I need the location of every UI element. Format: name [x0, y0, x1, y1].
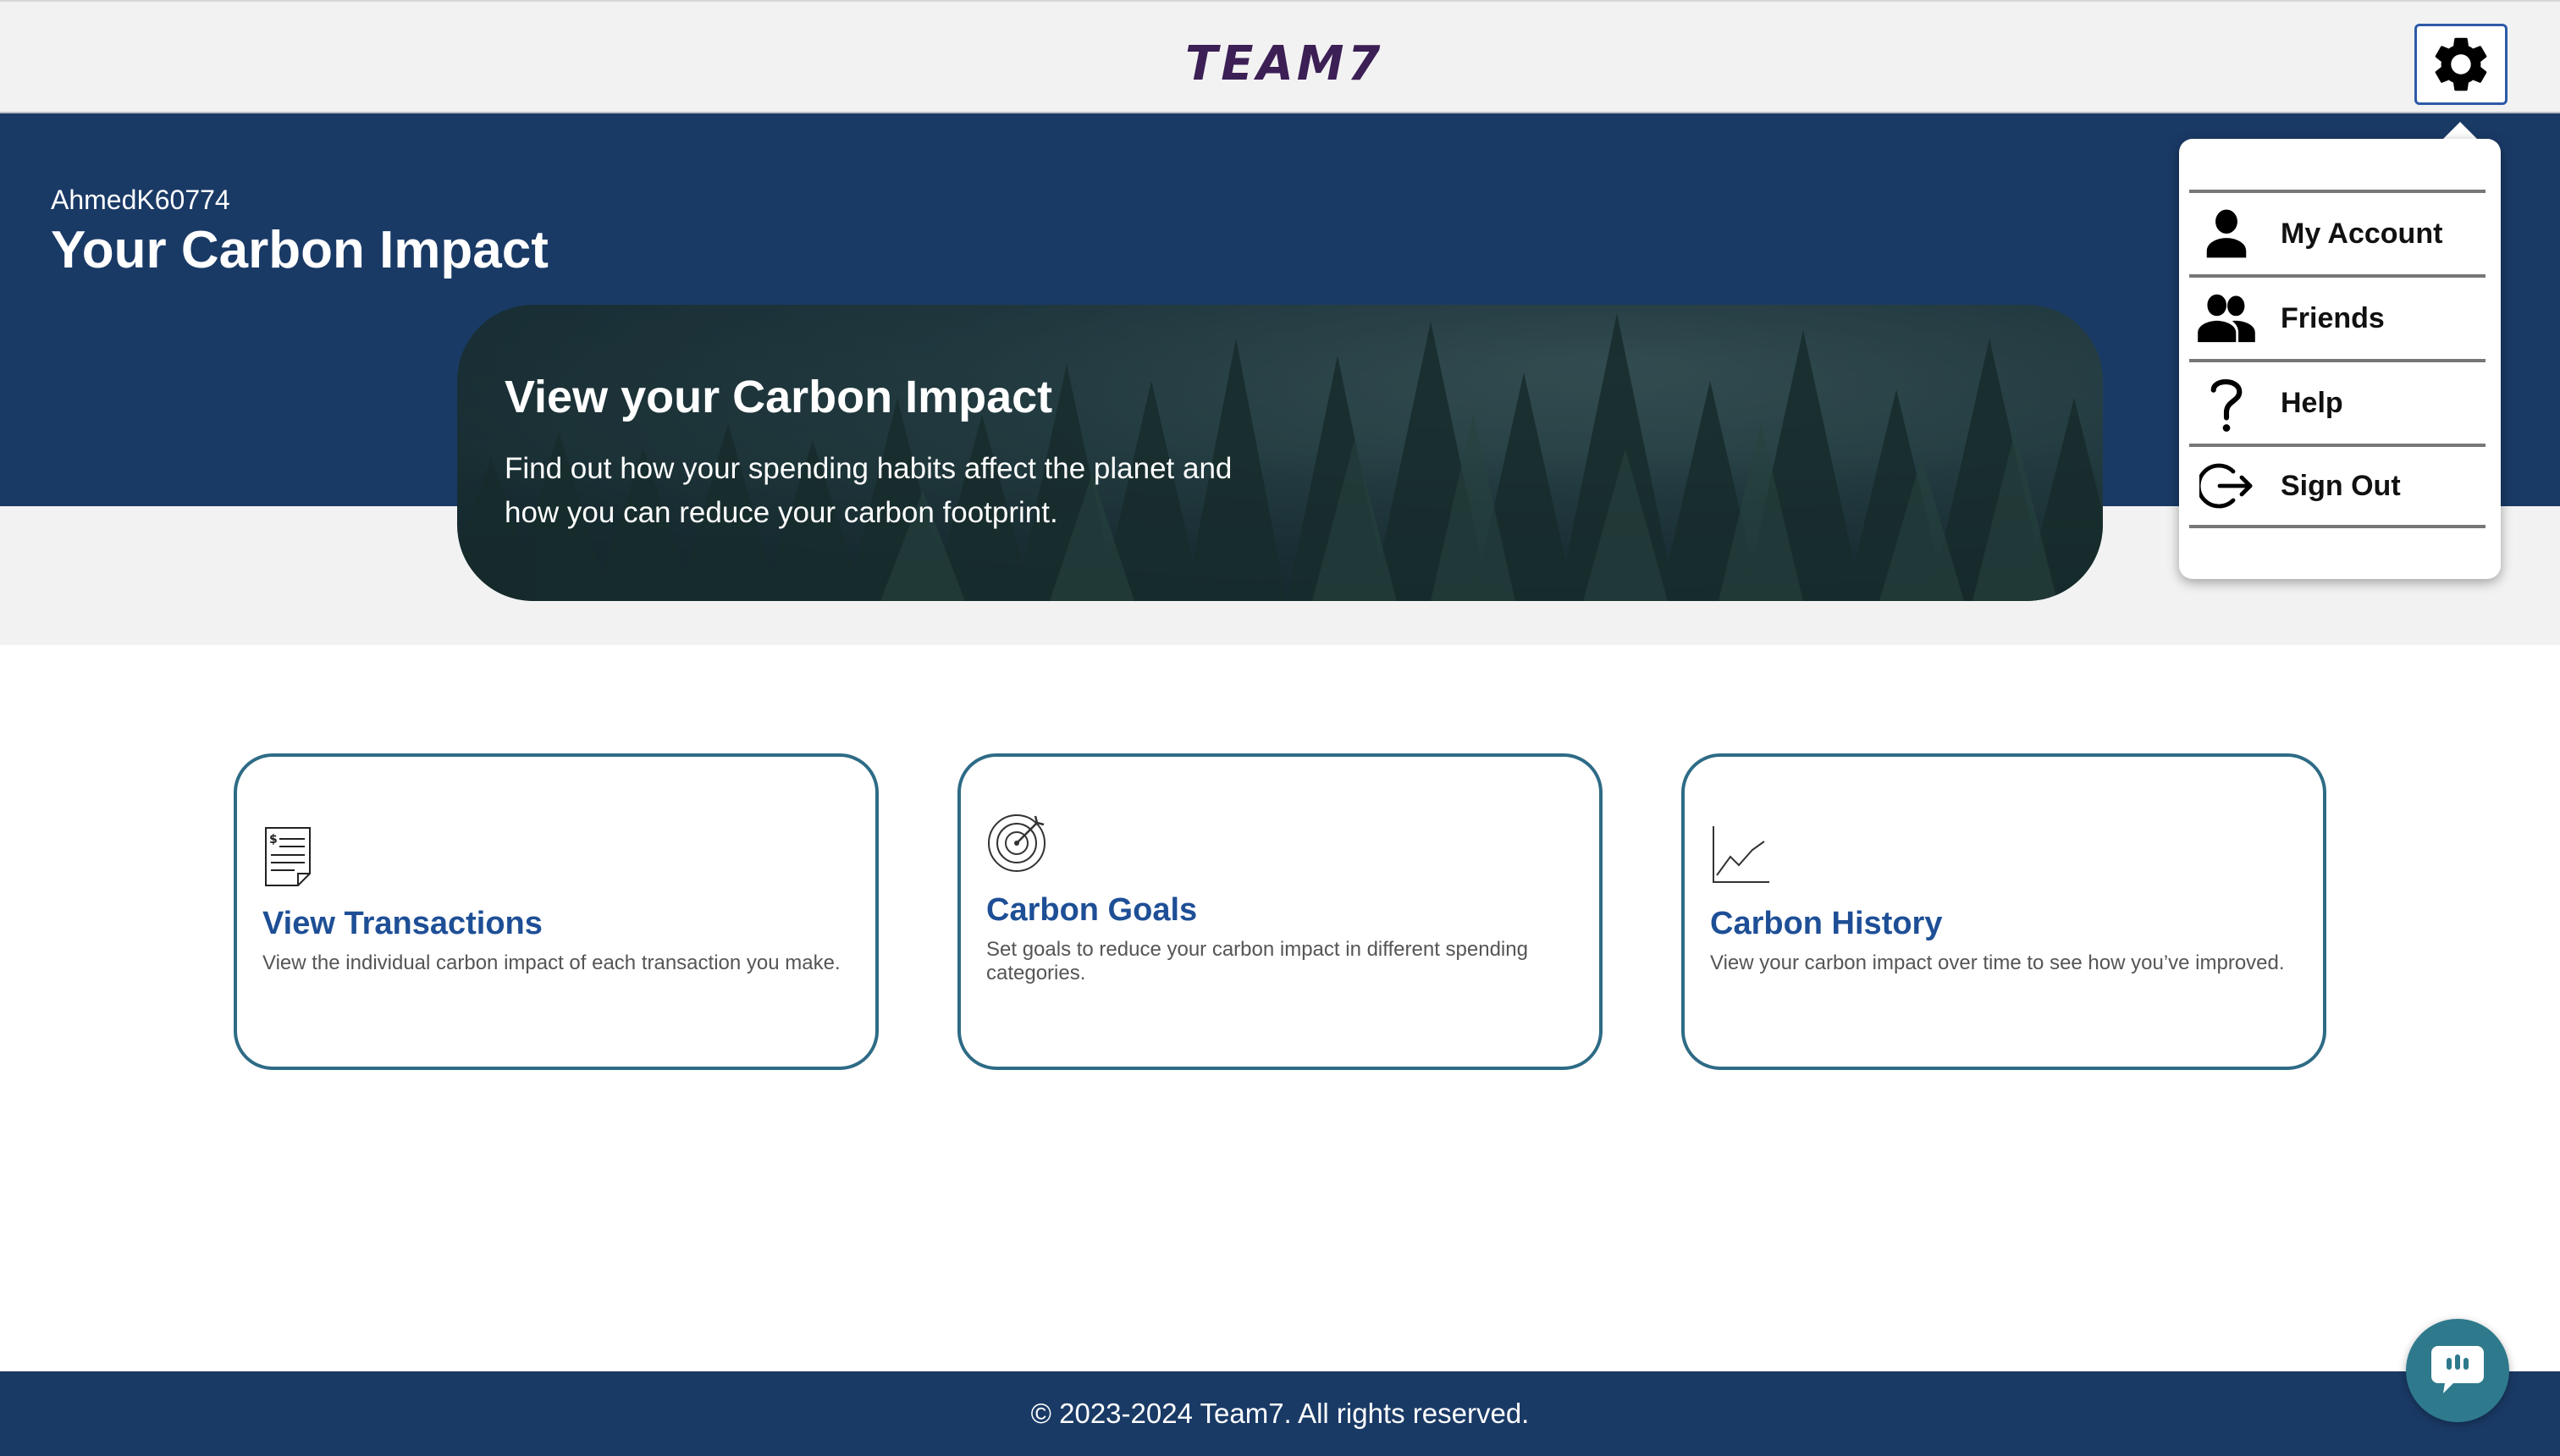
menu-item-my-account[interactable]: My Account	[2189, 190, 2486, 274]
card-title: Carbon History	[1710, 906, 1943, 941]
menu-item-label: Friends	[2281, 301, 2385, 334]
banner-text: Find out how your spending habits affect…	[505, 452, 1233, 529]
page-title: Your Carbon Impact	[51, 221, 549, 279]
card-description: View the individual carbon impact of eac…	[262, 951, 841, 974]
sign-out-icon	[2194, 454, 2259, 518]
menu-item-friends[interactable]: Friends	[2189, 274, 2486, 359]
menu-item-label: My Account	[2281, 217, 2443, 250]
settings-menu: My Account Friends Help Sign Out	[2179, 139, 2501, 579]
friends-icon	[2194, 286, 2259, 350]
carbon-goals-card[interactable]: Carbon Goals Set goals to reduce your ca…	[957, 753, 1603, 1070]
copyright-text: © 2023-2024 Team7. All rights reserved.	[1030, 1398, 1530, 1429]
person-icon	[2194, 201, 2259, 266]
menu-item-sign-out[interactable]: Sign Out	[2189, 444, 2486, 528]
view-transactions-card[interactable]: $ View Transactions View the individual …	[234, 753, 879, 1070]
footer: © 2023-2024 Team7. All rights reserved.	[0, 1371, 2560, 1456]
carbon-history-card[interactable]: Carbon History View your carbon impact o…	[1681, 753, 2326, 1070]
card-description: View your carbon impact over time to see…	[1710, 951, 2285, 974]
menu-item-help[interactable]: Help	[2189, 359, 2486, 444]
settings-button[interactable]	[2414, 24, 2508, 105]
chat-icon	[2431, 1346, 2484, 1393]
gear-icon	[2435, 37, 2487, 91]
team7-logo[interactable]: TEAM7	[1185, 39, 1380, 90]
menu-caret	[2441, 122, 2479, 141]
target-icon	[988, 814, 1046, 872]
question-icon	[2194, 371, 2259, 435]
banner-title: View your Carbon Impact	[505, 372, 1053, 422]
card-title: Carbon Goals	[986, 892, 1198, 928]
top-bar: TEAM7	[0, 0, 2560, 113]
card-title: View Transactions	[262, 906, 543, 941]
username: AhmedK60774	[51, 185, 230, 215]
receipt-icon: $	[265, 827, 311, 886]
line-chart-icon	[1713, 826, 1769, 883]
carbon-impact-banner: View your Carbon Impact Find out how you…	[457, 305, 2103, 601]
svg-text:$: $	[269, 833, 278, 847]
menu-item-label: Sign Out	[2281, 469, 2401, 502]
menu-item-label: Help	[2281, 386, 2343, 419]
chat-button[interactable]	[2406, 1319, 2509, 1422]
card-description: Set goals to reduce your carbon impact i…	[986, 938, 1528, 984]
